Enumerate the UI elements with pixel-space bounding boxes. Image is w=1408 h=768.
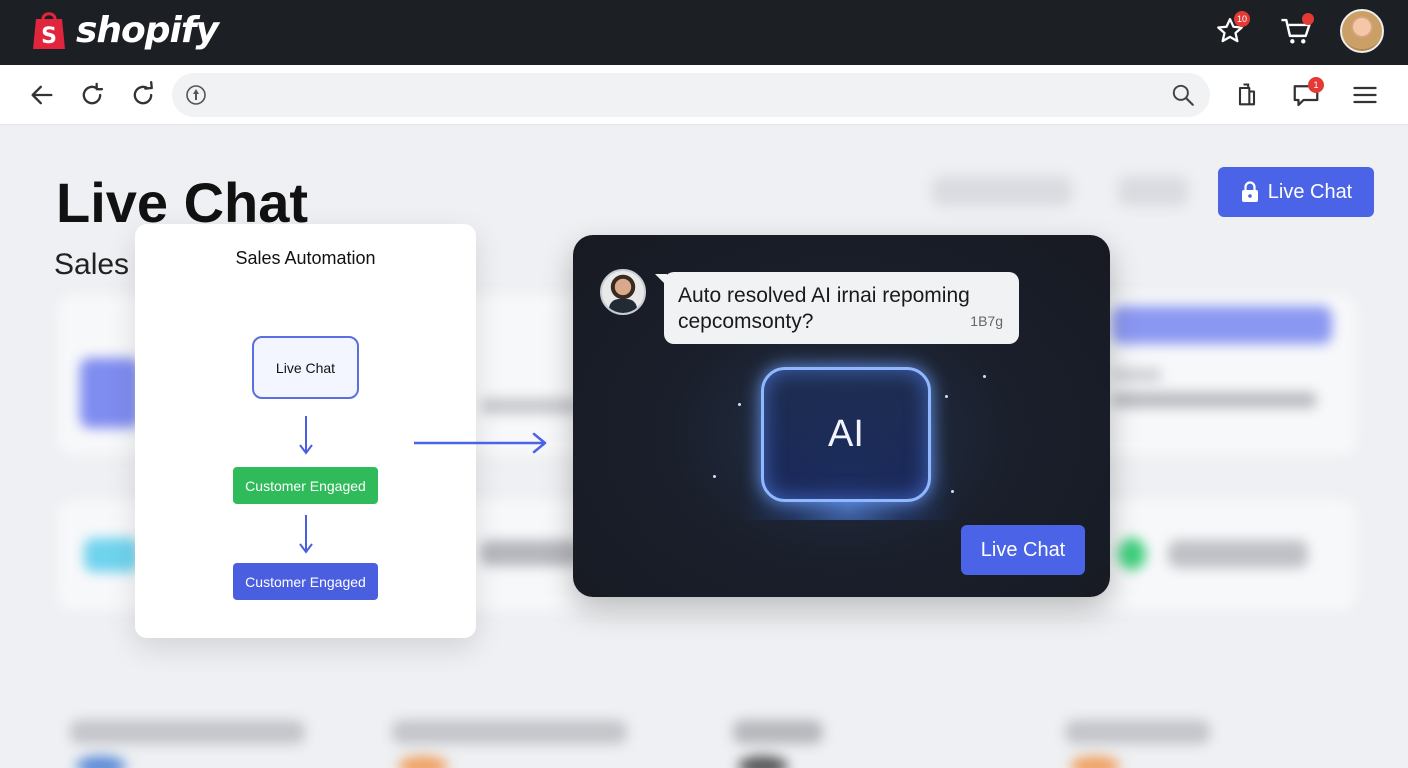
menu-button[interactable] [1345, 75, 1385, 115]
address-bar[interactable] [172, 73, 1210, 117]
flow-node-customer-engaged-2[interactable]: Customer Engaged [233, 563, 378, 600]
flow-node-customer-engaged[interactable]: Customer Engaged [233, 467, 378, 504]
brand-name: shopify [76, 9, 219, 51]
blurred-text-line [1065, 720, 1210, 744]
live-chat-button-label: Live Chat [1267, 180, 1353, 203]
messages-button[interactable]: 1 [1286, 75, 1326, 115]
flow-card-title: Sales Automation [235, 248, 376, 268]
blurred-text-line [1112, 392, 1317, 408]
messages-badge: 1 [1308, 77, 1324, 93]
cart-badge-dot [1302, 13, 1314, 25]
blurred-avatar [76, 756, 126, 768]
blurred-text-line [733, 720, 823, 744]
agent-avatar-suit [609, 299, 637, 313]
chat-message-line-2: cepcomsonty? [678, 310, 814, 333]
chat-message-line-1: Auto resolved AI irnai repoming [678, 284, 970, 307]
blurred-tile [84, 538, 139, 572]
favorites-button[interactable]: 10 [1208, 9, 1252, 53]
down-arrow-icon [299, 416, 313, 455]
blurred-text-line [1112, 368, 1162, 382]
extensions-button[interactable] [1227, 75, 1267, 115]
blurred-text-line [480, 398, 580, 414]
blurred-tile [80, 358, 140, 428]
refresh-icon [133, 81, 153, 105]
chat-message-bubble: Auto resolved AI irnai repoming cepcomso… [655, 272, 1019, 344]
ai-chip-icon: AI [761, 367, 931, 502]
live-chat-panel-button[interactable]: Live Chat [961, 525, 1085, 575]
blurred-nav-item [1118, 176, 1188, 206]
svg-text:S: S [41, 24, 57, 49]
blurred-avatar [398, 756, 448, 768]
sparkle [983, 375, 986, 378]
live-chat-button[interactable]: Live Chat [1218, 167, 1374, 217]
search-icon[interactable] [1170, 82, 1196, 108]
blurred-dot [1118, 538, 1146, 570]
blurred-nav-item [932, 176, 1072, 206]
browser-toolbar: 1 [0, 65, 1408, 125]
blurred-avatar [1070, 756, 1120, 768]
message-timestamp: 1B7g [970, 313, 1003, 329]
back-arrow-icon [31, 85, 53, 105]
right-arrow-icon [414, 432, 547, 454]
brand-bar: S shopify 10 [0, 0, 1408, 65]
ai-chat-panel: Auto resolved AI irnai repoming cepcomso… [573, 235, 1110, 597]
extensions-icon [1238, 83, 1256, 106]
blurred-text-line [70, 720, 305, 744]
flow-node-live-chat[interactable]: Live Chat [252, 336, 359, 399]
sparkle [713, 475, 716, 478]
shopify-logo[interactable]: S shopify [30, 9, 219, 51]
agent-avatar [600, 269, 646, 315]
blurred-avatar [738, 756, 788, 768]
reload-icon [82, 82, 104, 105]
user-avatar[interactable] [1340, 9, 1384, 53]
reload-button[interactable] [72, 75, 112, 115]
cart-button[interactable] [1274, 9, 1318, 53]
site-info-icon[interactable] [184, 83, 208, 107]
url-input[interactable] [220, 81, 1120, 109]
back-button[interactable] [22, 75, 62, 115]
blurred-text-line [1168, 540, 1308, 568]
blurred-text-line [392, 720, 627, 744]
lock-icon [1241, 181, 1258, 202]
shopify-bag-icon: S [33, 12, 65, 49]
refresh-button[interactable] [123, 75, 163, 115]
ai-chip-label: AI [828, 413, 864, 455]
notification-badge: 10 [1233, 11, 1250, 27]
menu-icon [1353, 86, 1377, 104]
blurred-text-line [480, 540, 580, 566]
page-subtitle: Sales [54, 248, 130, 281]
blurred-heading [1112, 306, 1332, 344]
down-arrow-icon [299, 515, 313, 554]
